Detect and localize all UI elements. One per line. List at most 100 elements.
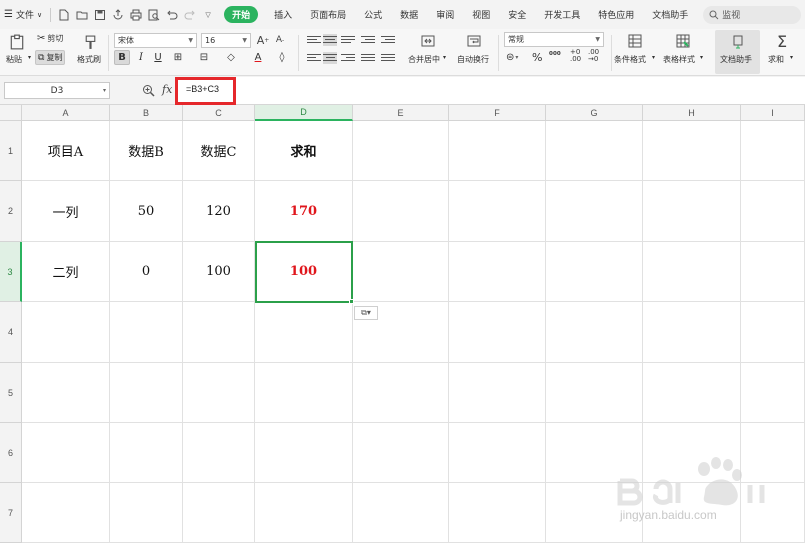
table-style-button[interactable] (673, 32, 693, 50)
paste-options-icon[interactable]: ⧉▾ (354, 306, 378, 320)
column-header-h[interactable]: H (643, 105, 741, 121)
cell-b7[interactable] (110, 483, 183, 543)
decrease-decimal-button[interactable]: .00 →0 (588, 49, 599, 63)
column-header-b[interactable]: B (110, 105, 183, 121)
cell-c5[interactable] (183, 363, 255, 423)
name-box[interactable]: D3 ▾ (4, 82, 110, 99)
tab-developer[interactable]: 开发工具 (535, 0, 589, 29)
cell-d7[interactable] (255, 483, 353, 543)
search-input[interactable]: 监视 (703, 5, 802, 24)
cell-e1[interactable] (353, 121, 449, 181)
underline-button[interactable]: U (150, 50, 166, 65)
font-color-icon[interactable]: A (250, 50, 266, 65)
cell-c3[interactable]: 100 (183, 242, 255, 302)
customize-dropdown-icon[interactable]: ▽ (201, 8, 215, 22)
cell-f6[interactable] (449, 423, 546, 483)
font-size-select[interactable]: 16 ▼ (201, 33, 251, 48)
format-painter-button[interactable] (80, 32, 100, 52)
cell-i3[interactable] (741, 242, 805, 302)
print-preview-icon[interactable] (147, 8, 161, 22)
cell-f2[interactable] (449, 181, 546, 242)
row-header-5[interactable]: 5 (0, 363, 22, 423)
cell-e2[interactable] (353, 181, 449, 242)
cell-e6[interactable] (353, 423, 449, 483)
cell-a4[interactable] (22, 302, 110, 363)
paste-button[interactable] (6, 32, 28, 52)
cell-g3[interactable] (546, 242, 643, 302)
column-header-a[interactable]: A (22, 105, 110, 121)
cell-g4[interactable] (546, 302, 643, 363)
tab-view[interactable]: 视图 (463, 0, 499, 29)
open-folder-icon[interactable] (75, 8, 89, 22)
row-header-7[interactable]: 7 (0, 483, 22, 543)
row-header-4[interactable]: 4 (0, 302, 22, 363)
tab-security[interactable]: 安全 (499, 0, 535, 29)
zoom-icon[interactable] (142, 84, 155, 97)
cell-b5[interactable] (110, 363, 183, 423)
cell-f5[interactable] (449, 363, 546, 423)
cell-h4[interactable] (643, 302, 741, 363)
tab-doc-helper[interactable]: 文档助手 (643, 0, 697, 29)
indent-decrease-icon[interactable] (361, 34, 375, 46)
redo-icon[interactable] (183, 8, 197, 22)
cell-i4[interactable] (741, 302, 805, 363)
cell-f4[interactable] (449, 302, 546, 363)
column-header-f[interactable]: F (449, 105, 546, 121)
cell-f3[interactable] (449, 242, 546, 302)
cell-d3[interactable]: 100 (255, 242, 353, 302)
cell-e7[interactable] (353, 483, 449, 543)
row-header-1[interactable]: 1 (0, 121, 22, 181)
align-left-icon[interactable] (307, 52, 321, 64)
tab-formulas[interactable]: 公式 (355, 0, 391, 29)
print-icon[interactable] (129, 8, 143, 22)
cell-h1[interactable] (643, 121, 741, 181)
align-center-icon[interactable] (323, 52, 337, 64)
cell-i5[interactable] (741, 363, 805, 423)
font-name-select[interactable]: 宋体 ▼ (114, 33, 197, 48)
cell-h3[interactable] (643, 242, 741, 302)
increase-font-button[interactable]: A + (256, 33, 270, 47)
fill-color-icon[interactable]: ◇ (223, 50, 239, 65)
cell-a3[interactable]: 二列 (22, 242, 110, 302)
insert-function-button[interactable]: fx (162, 83, 172, 96)
cell-h5[interactable] (643, 363, 741, 423)
align-right-icon[interactable] (341, 52, 355, 64)
currency-button[interactable]: ⊜ ▾ (506, 52, 518, 63)
column-header-d[interactable]: D (255, 105, 353, 121)
fill-handle[interactable] (349, 299, 354, 304)
cell-b4[interactable] (110, 302, 183, 363)
cell-c2[interactable]: 120 (183, 181, 255, 242)
row-header-6[interactable]: 6 (0, 423, 22, 483)
cell-a6[interactable] (22, 423, 110, 483)
tab-review[interactable]: 审阅 (427, 0, 463, 29)
cell-a7[interactable] (22, 483, 110, 543)
cell-b6[interactable] (110, 423, 183, 483)
column-header-c[interactable]: C (183, 105, 255, 121)
cell-d2[interactable]: 170 (255, 181, 353, 242)
cell-b2[interactable]: 50 (110, 181, 183, 242)
cell-c6[interactable] (183, 423, 255, 483)
cell-style-icon[interactable]: ⊟ (196, 50, 212, 65)
percent-button[interactable]: % (532, 51, 542, 64)
cell-a1[interactable]: 项目A (22, 121, 110, 181)
cell-i2[interactable] (741, 181, 805, 242)
eraser-icon[interactable]: ◊ (274, 50, 290, 65)
number-format-select[interactable]: 常规 ▼ (504, 32, 604, 47)
cell-i1[interactable] (741, 121, 805, 181)
sum-button[interactable]: Σ (773, 31, 791, 51)
cell-g2[interactable] (546, 181, 643, 242)
tab-insert[interactable]: 插入 (265, 0, 301, 29)
cell-c7[interactable] (183, 483, 255, 543)
file-menu[interactable]: ☰ 文件 ∨ (0, 0, 46, 29)
align-bottom-icon[interactable] (341, 34, 355, 46)
row-header-3[interactable]: 3 (0, 242, 22, 302)
row-header-2[interactable]: 2 (0, 181, 22, 242)
cell-g5[interactable] (546, 363, 643, 423)
cell-g1[interactable] (546, 121, 643, 181)
column-header-g[interactable]: G (546, 105, 643, 121)
align-middle-icon[interactable] (323, 34, 337, 46)
cell-d4[interactable] (255, 302, 353, 363)
tab-special-apps[interactable]: 特色应用 (589, 0, 643, 29)
cell-c1[interactable]: 数据C (183, 121, 255, 181)
new-file-icon[interactable] (57, 8, 71, 22)
